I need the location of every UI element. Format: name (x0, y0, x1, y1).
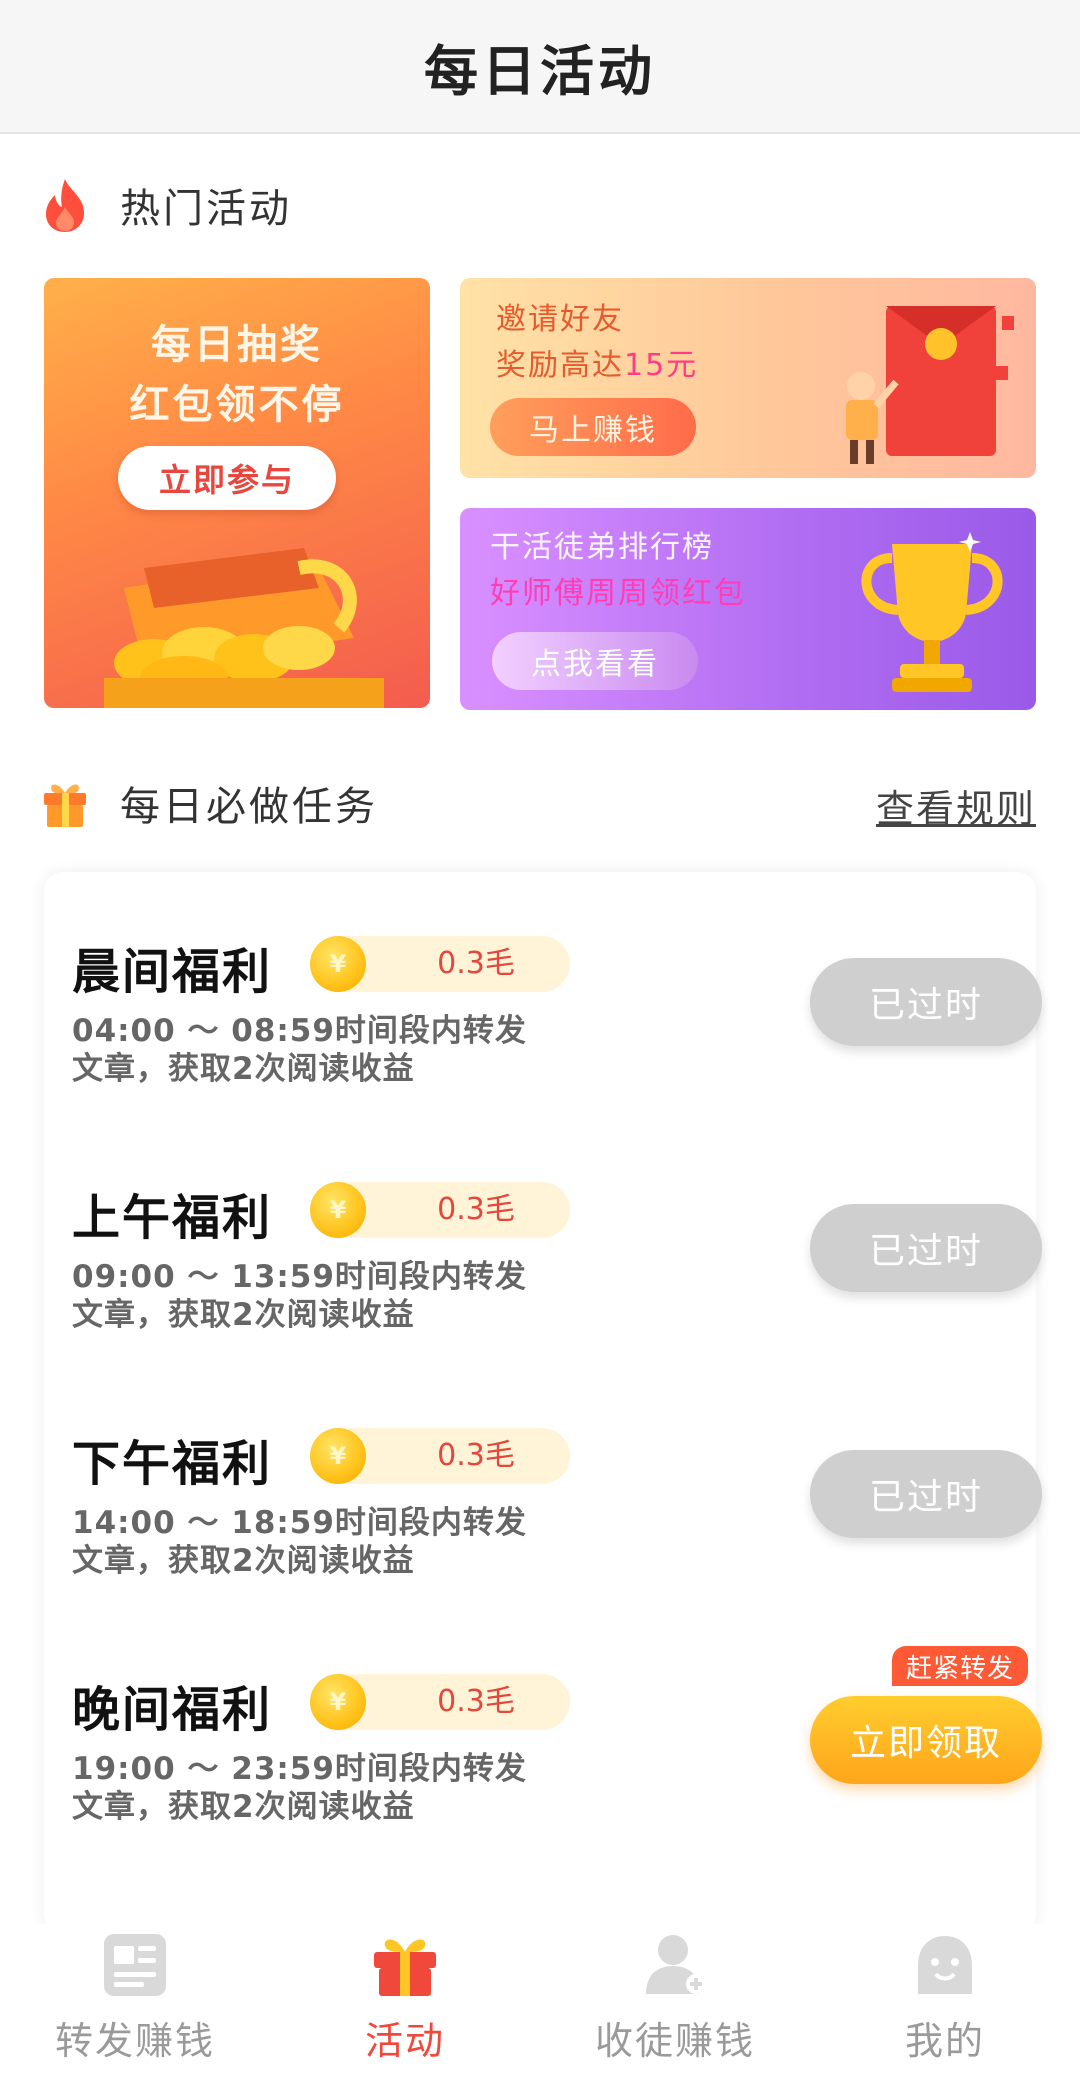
coin-icon: ¥ (310, 1674, 366, 1730)
task-description: 04:00 ～ 08:59时间段内转发 文章，获取2次阅读收益 (72, 1013, 527, 1087)
task-name: 晨间福利 (72, 944, 273, 1000)
reward-amount: 0.3毛 (437, 1438, 515, 1473)
view-rules-link[interactable]: 查看规则 (876, 778, 1036, 833)
claim-now-button[interactable]: 立即领取 (810, 1696, 1042, 1784)
daily-tasks-title: 每日必做任务 (120, 784, 378, 830)
task-afternoon: 下午福利 ¥ 0.3毛 14:00 ～ 18:59时间段内转发 文章，获取2次阅读… (72, 1424, 1042, 1584)
view-ranking-button[interactable]: 点我看看 (492, 632, 698, 690)
invite-friends-banner[interactable]: 邀请好友 奖励高达15元 马上赚钱 (460, 278, 1036, 478)
task-description: 19:00 ～ 23:59时间段内转发 文章，获取2次阅读收益 (72, 1751, 527, 1825)
nav-item-mine[interactable]: 我的 (810, 1924, 1080, 2080)
daily-tasks-header: 每日必做任务 (40, 774, 378, 832)
top-bar: 每日活动 (0, 0, 1080, 134)
article-icon (104, 1934, 166, 1996)
expired-button[interactable]: 已过时 (810, 958, 1042, 1046)
smiley-icon (918, 1936, 972, 1994)
flame-icon (46, 179, 84, 232)
ranking-title: 干活徒弟排行榜 (490, 530, 714, 565)
daily-tasks-card: 晨间福利 ¥ 0.3毛 04:00 ～ 08:59时间段内转发 文章，获取2次阅读… (44, 872, 1042, 1932)
red-envelope-icon (846, 306, 1014, 464)
nav-label: 活动 (364, 2019, 445, 2063)
ranking-banner[interactable]: 干活徒弟排行榜 好师傅周周领红包 点我看看 (460, 508, 1036, 710)
lottery-banner[interactable]: 每日抽奖 红包领不停 立即参与 (44, 278, 430, 708)
hot-activities-header: 热门活动 (40, 176, 292, 234)
task-description: 14:00 ～ 18:59时间段内转发 文章，获取2次阅读收益 (72, 1505, 527, 1579)
hot-activities-title: 热门活动 (120, 186, 292, 232)
expired-button[interactable]: 已过时 (810, 1204, 1042, 1292)
task-forenoon: 上午福利 ¥ 0.3毛 09:00 ～ 13:59时间段内转发 文章，获取2次阅读… (72, 1178, 1042, 1338)
lottery-title: 每日抽奖 (151, 322, 323, 368)
nav-label: 收徒赚钱 (594, 2019, 755, 2063)
reward-amount: 0.3毛 (437, 1192, 515, 1227)
task-morning: 晨间福利 ¥ 0.3毛 04:00 ～ 08:59时间段内转发 文章，获取2次阅读… (72, 932, 1042, 1092)
bottom-nav: 转发赚钱 活动 收徒赚钱 我的 (0, 1924, 1080, 2080)
nav-item-share-earn[interactable]: 转发赚钱 (0, 1924, 270, 2080)
invite-reward-amount: 15元 (624, 348, 699, 383)
gift-icon (44, 784, 86, 827)
ranking-subtitle: 好师傅周周领红包 (490, 576, 746, 611)
trophy-icon (861, 532, 1003, 692)
coin-icon: ¥ (310, 936, 366, 992)
earn-now-button[interactable]: 马上赚钱 (490, 398, 696, 456)
nav-label: 我的 (904, 2019, 985, 2063)
task-description: 09:00 ～ 13:59时间段内转发 文章，获取2次阅读收益 (72, 1259, 527, 1333)
reward-badge: ¥ 0.3毛 (310, 1674, 570, 1730)
share-now-badge: 赶紧转发 (892, 1646, 1028, 1686)
reward-amount: 0.3毛 (437, 946, 515, 981)
coin-icon: ¥ (310, 1182, 366, 1238)
task-name: 上午福利 (72, 1190, 273, 1246)
nav-item-recruit-earn[interactable]: 收徒赚钱 (540, 1924, 810, 2080)
task-name: 下午福利 (72, 1436, 273, 1492)
task-evening: 晚间福利 ¥ 0.3毛 19:00 ～ 23:59时间段内转发 文章，获取2次阅读… (72, 1646, 1042, 1830)
add-user-icon (646, 1935, 706, 1994)
coin-icon: ¥ (310, 1428, 366, 1484)
invite-reward-text: 奖励高达15元 (496, 348, 699, 383)
reward-badge: ¥ 0.3毛 (310, 936, 570, 992)
nav-item-activities[interactable]: 活动 (270, 1924, 540, 2080)
reward-amount: 0.3毛 (437, 1684, 515, 1719)
treasure-chest-icon (104, 548, 384, 708)
task-name: 晚间福利 (72, 1682, 273, 1738)
reward-badge: ¥ 0.3毛 (310, 1182, 570, 1238)
nav-label: 转发赚钱 (54, 2019, 215, 2063)
gift-icon (374, 1939, 436, 1996)
invite-title: 邀请好友 (496, 302, 624, 337)
reward-badge: ¥ 0.3毛 (310, 1428, 570, 1484)
page-title: 每日活动 (424, 39, 656, 103)
join-now-button[interactable]: 立即参与 (118, 446, 336, 510)
expired-button[interactable]: 已过时 (810, 1450, 1042, 1538)
lottery-subtitle: 红包领不停 (129, 382, 345, 428)
